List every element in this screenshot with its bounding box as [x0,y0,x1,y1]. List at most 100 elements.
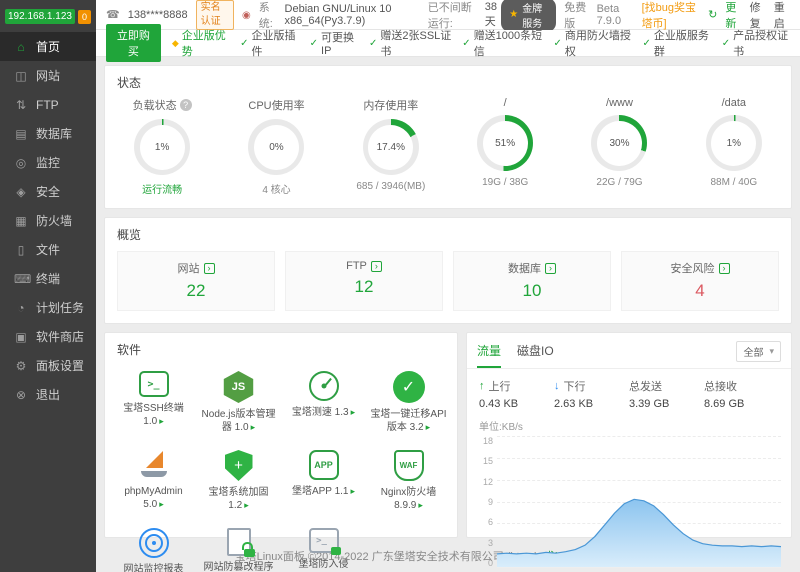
overview-label-text: 安全风险 [670,263,715,275]
sidebar-item-appstore[interactable]: ▣ 软件商店 [0,322,96,351]
overview-websites[interactable]: 网站 22 [117,251,275,311]
sidebar-item-label: 面板设置 [36,359,85,373]
check-icon [240,37,248,49]
account-phone[interactable]: 138****8888 [128,9,188,21]
sidebar-item-label: 首页 [36,40,61,54]
topbar-left: 138****8888 实名认证 系统: Debian GNU/Linux 10… [106,0,501,31]
message-count-badge[interactable]: 0 [77,9,91,24]
sidebar-item-files[interactable]: ▯ 文件 [0,235,96,264]
bottom-row: 软件 宝塔SSH终端 1.0 Node.js版本管理器 1.0 宝塔测速 [104,332,792,572]
memory-donut: 17.4% [362,119,419,175]
app-bt-app[interactable]: 堡塔APP 1.1 [281,441,366,519]
overview-label-text: 数据库 [508,263,541,275]
realname-tag[interactable]: 实名认证 [195,0,235,30]
sidebar-item-security[interactable]: ◈ 安全 [0,177,96,206]
sidebar-nav: ⌂ 首页 ◫ 网站 ⇅ FTP ▤ 数据库 ◎ 监控 ◈ 安全 ▦ 防火墙 ▯ … [0,32,96,409]
status-label-text: CPU使用率 [248,100,305,112]
hardening-icon [224,450,253,481]
sidebar-item-home[interactable]: ⌂ 首页 [0,32,96,61]
restart-link[interactable]: 重启 [774,0,790,31]
overview-security-risks-header: 安全风险 [671,260,730,276]
tab-traffic[interactable]: 流量 [477,342,502,368]
overview-card-title: 概览 [117,228,142,242]
traffic-legend: 上行 0.43 KB 下行 2.63 KB 总发送 3.39 GB 总接收 [467,369,791,410]
sidebar-item-logout[interactable]: ⊗ 退出 [0,380,96,409]
status-card: 状态 负载状态 1% 运行流畅 CPU使用率 [104,65,792,209]
sidebar-item-label: 文件 [36,243,61,257]
sidebar-item-website[interactable]: ◫ 网站 [0,61,96,90]
tab-disk-io[interactable]: 磁盘IO [517,342,554,368]
status-label-text: 负载状态 [132,100,177,112]
sidebar-item-database[interactable]: ▤ 数据库 [0,119,96,148]
overview-databases-header: 数据库 [508,260,556,276]
enterprise-advantage-link[interactable]: 企业版优势 [172,27,229,59]
repair-link[interactable]: 修复 [750,0,766,31]
legend-total-received: 总接收 8.69 GB [704,378,779,410]
migration-icon [392,371,425,403]
check-icon [369,37,377,49]
sidebar-item-settings[interactable]: ⚙ 面板设置 [0,351,96,380]
overview-security-risks[interactable]: 安全风险 4 [621,251,779,311]
sidebar-item-cron[interactable]: ◔ 计划任务 [0,293,96,322]
app-nginx-waf[interactable]: Nginx防火墙 8.9.9 [366,441,451,519]
star-icon [509,9,518,20]
chart-x-axis: 18:23:5918:24:118:24:418:24:1018:24:1318… [467,568,791,572]
os-value: Debian GNU/Linux 10 x86_64(Py3.7.9) [284,2,392,27]
info-icon[interactable] [179,99,192,111]
interface-filter-select[interactable]: 全部 [736,341,781,362]
settings-icon: ⚙ [15,358,27,373]
traffic-chart: 18 15 12 9 6 3 0 [467,436,791,568]
traffic-card: 流量 磁盘IO 全部 上行 0.43 KB 下行 [466,332,792,572]
phpmyadmin-icon [138,450,170,480]
sidebar-item-terminal[interactable]: ⌨ 终端 [0,264,96,293]
enterprise-advantage-label: 企业版优势 [181,30,226,58]
app-speedtest[interactable]: 宝塔测速 1.3 [281,362,366,441]
app-name: 宝塔一键迁移API版本 3.2 [370,409,447,433]
overview-ftp[interactable]: FTP 12 [285,251,443,311]
status-disk-root-header: / [504,97,507,109]
perk-label: 企业版服务群 [653,30,709,58]
app-migration[interactable]: 宝塔一键迁移API版本 3.2 [366,362,451,441]
chevron-down-icon [769,346,774,357]
status-cpu-header: CPU使用率 [248,97,304,113]
cron-icon: ◔ [17,300,25,315]
sidebar-item-label: 监控 [36,156,61,170]
overview-label-text: 网站 [177,263,200,275]
total-sent-value: 3.39 GB [629,398,670,410]
uptime-label: 已不间断运行: [427,1,472,30]
sidebar-item-label: 退出 [36,388,61,402]
app-nodejs-manager[interactable]: Node.js版本管理器 1.0 [196,362,281,441]
more-icon [242,500,249,511]
server-ip[interactable]: 192.168.1.123 [5,9,75,24]
load-donut: 1% [134,119,191,175]
ftp-count: 12 [354,277,374,296]
more-icon [424,422,431,433]
filter-value: 全部 [743,348,764,359]
topbar: 138****8888 实名认证 系统: Debian GNU/Linux 10… [96,0,800,32]
status-disk-data-header: /data [722,97,746,109]
sidebar-item-label: 计划任务 [36,301,85,315]
app-phpmyadmin[interactable]: phpMyAdmin 5.0 [111,441,196,519]
firewall-icon: ▦ [15,213,27,228]
overview-databases[interactable]: 数据库 10 [453,251,611,311]
disk-root-sub-text: 19G / 38G [482,177,529,188]
intrusion-icon [308,528,341,555]
check-icon [553,37,561,49]
status-label-text: /data [721,97,747,109]
sidebar-item-monitor[interactable]: ◎ 监控 [0,148,96,177]
perk-label: 商用防火墙授权 [564,30,631,58]
sidebar-item-label: 防火墙 [36,214,73,228]
total-received-value: 8.69 GB [704,398,745,410]
bug-bounty-link[interactable]: [找bug奖宝塔币] [642,0,701,31]
sidebar-item-firewall[interactable]: ▦ 防火墙 [0,206,96,235]
perk-label: 赠送1000条短信 [473,30,543,58]
sidebar-item-label: 终端 [36,272,61,286]
app-hardening[interactable]: 宝塔系统加固 1.2 [196,441,281,519]
update-link[interactable]: 更新 [725,0,741,31]
appstore-icon: ▣ [15,329,27,344]
downstream-value: 2.63 KB [554,398,594,410]
down-arrow-icon [554,380,560,392]
sidebar-item-ftp[interactable]: ⇅ FTP [0,90,96,119]
software-card: 软件 宝塔SSH终端 1.0 Node.js版本管理器 1.0 宝塔测速 [104,332,458,572]
app-ssh-terminal[interactable]: 宝塔SSH终端 1.0 [111,362,196,441]
